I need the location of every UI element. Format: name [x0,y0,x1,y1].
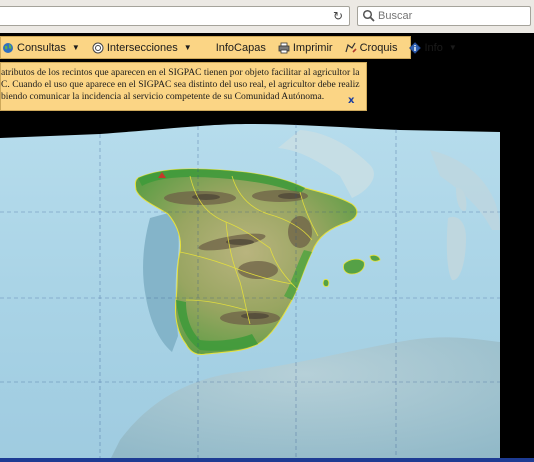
browser-toolbar: ↻ [0,0,534,34]
search-box[interactable] [357,6,531,26]
search-input[interactable] [378,8,526,24]
info-icon [409,41,422,54]
status-bar [0,458,534,462]
notice-line-1: atributos de los recintos que aparecen e… [1,67,360,78]
menu-consultas[interactable]: Consultas ▼ [2,37,80,58]
notice-line-2: C. Cuando el uso que aparece en el SIGPA… [1,79,360,90]
search-icon [362,9,375,22]
map-toolbar: Consultas ▼ Intersecciones ▼ InfoCapas I… [0,36,457,59]
notice-line-3: biendo comunicar la incidencia al servic… [1,91,325,102]
sketch-icon [345,42,357,53]
disclaimer-notice: atributos de los recintos que aparecen e… [0,62,367,111]
button-infocapas-label: InfoCapas [215,41,266,54]
chevron-down-icon: ▼ [448,43,457,52]
menu-info-label: Info [424,41,443,54]
intersect-icon [92,42,104,53]
button-croquis[interactable]: Croquis [345,37,398,58]
close-icon[interactable]: x [348,95,354,107]
button-imprimir[interactable]: Imprimir [278,37,333,58]
button-imprimir-label: Imprimir [292,41,333,54]
globe-icon [3,42,13,53]
button-croquis-label: Croquis [359,41,398,54]
button-infocapas[interactable]: InfoCapas [216,37,266,58]
reload-icon[interactable]: ↻ [331,9,345,23]
chevron-down-icon: ▼ [183,43,192,52]
menu-intersecciones[interactable]: Intersecciones ▼ [92,37,192,58]
menu-info[interactable]: Info ▼ [409,37,457,58]
chevron-down-icon: ▼ [71,43,80,52]
menu-consultas-label: Consultas [17,41,66,54]
balearic-ibiza [322,279,330,287]
printer-icon [278,42,290,53]
address-bar[interactable]: ↻ [0,6,350,26]
menu-intersecciones-label: Intersecciones [106,41,178,54]
